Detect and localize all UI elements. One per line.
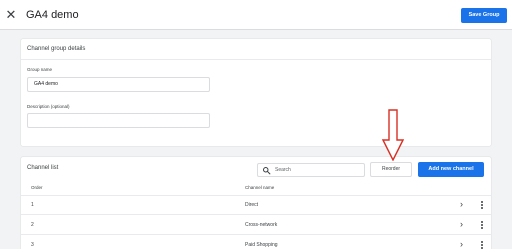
group-name-label: Group name [27,67,53,72]
channel-list-card: Channel list Reorder Add new channel Ord… [21,157,491,249]
row-order: 2 [31,222,34,228]
row-channel-name: Cross-network [245,222,278,228]
more-vert-icon[interactable] [479,200,485,211]
annotation-arrow-icon [382,109,404,161]
row-order: 1 [31,202,34,208]
search-input[interactable] [275,165,361,175]
search-icon [263,167,271,175]
table-row[interactable]: 3 Paid Shopping › [21,236,491,249]
channel-group-details-card: Channel group details Group name GA4 dem… [21,39,491,146]
page-title: GA4 demo [26,9,79,21]
top-app-bar: ✕ GA4 demo Save Group [0,0,512,30]
channel-list-heading: Channel list [27,165,59,171]
divider [21,59,491,60]
row-channel-name: Direct [245,202,259,208]
column-header-order[interactable]: Order [31,185,43,190]
save-group-button[interactable]: Save Group [461,8,507,23]
row-channel-name: Paid Shopping [245,242,278,248]
reorder-button[interactable]: Reorder [370,162,412,177]
chevron-right-icon[interactable]: › [460,239,463,249]
chevron-right-icon[interactable]: › [460,219,463,230]
group-name-field[interactable]: GA4 demo [27,77,210,92]
add-new-channel-button[interactable]: Add new channel [418,162,484,177]
close-icon[interactable]: ✕ [4,8,18,22]
search-box[interactable] [257,163,365,177]
chevron-right-icon[interactable]: › [460,199,463,210]
details-heading: Channel group details [27,46,86,52]
more-vert-icon[interactable] [479,240,485,249]
column-header-channel-name[interactable]: Channel name [245,185,274,190]
table-row[interactable]: 1 Direct › [21,196,491,215]
description-field[interactable] [27,113,210,128]
table-row[interactable]: 2 Cross-network › [21,216,491,235]
more-vert-icon[interactable] [479,220,485,231]
description-label: Description (optional) [27,104,70,109]
row-order: 3 [31,242,34,248]
